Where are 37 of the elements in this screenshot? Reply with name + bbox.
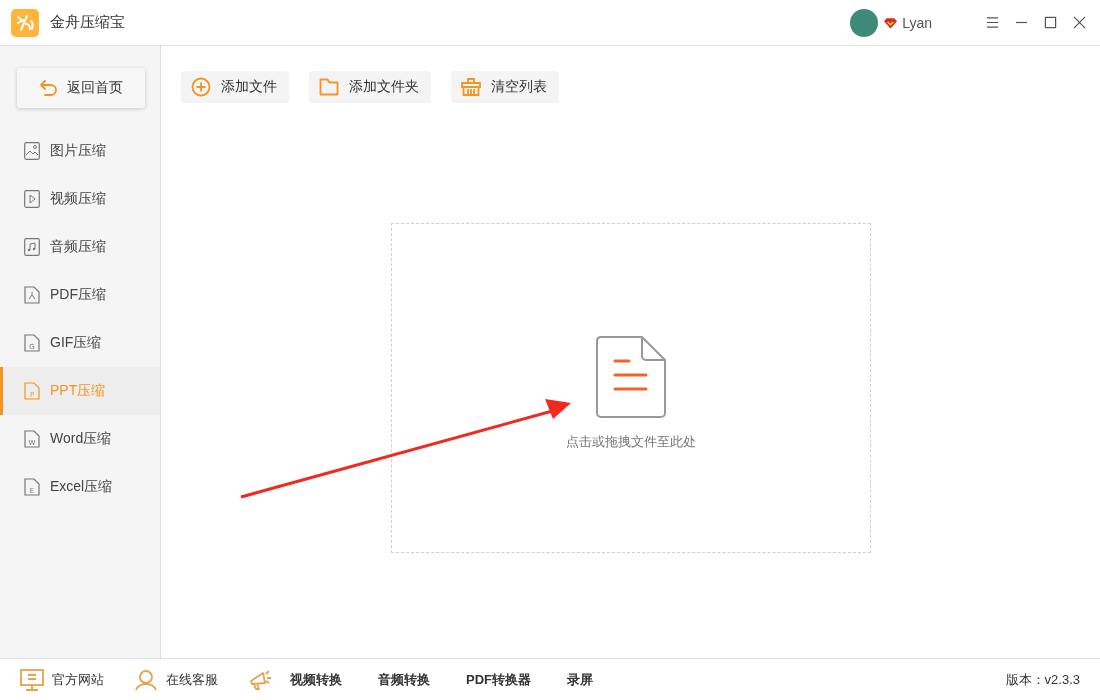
folder-icon [319, 77, 339, 97]
sidebar-item[interactable]: 图片压缩 [0, 127, 160, 175]
footer-tool-link[interactable]: 音频转换 [378, 670, 430, 689]
return-arrow-icon [39, 78, 59, 98]
avatar[interactable] [850, 8, 879, 37]
footer-link[interactable]: 在线客服 [134, 668, 218, 691]
sidebar-item[interactable]: 视频压缩 [0, 175, 160, 223]
toolbar-button[interactable]: 清空列表 [451, 71, 559, 103]
maximize-icon[interactable] [1044, 16, 1057, 29]
drop-zone[interactable]: 点击或拖拽文件至此处 [390, 223, 871, 553]
window-title: 金舟压缩宝 [50, 13, 125, 32]
toolbar-button[interactable]: 添加文件夹 [309, 71, 431, 103]
document-icon [595, 335, 666, 418]
footer-tool-link[interactable]: PDF转换器 [466, 670, 531, 689]
version-label: 版本：v2.3.3 [1005, 670, 1080, 689]
sidebar-item[interactable]: 音频压缩 [0, 223, 160, 271]
plus-circle-icon [191, 77, 211, 97]
diamond-icon [884, 16, 898, 29]
basket-icon [461, 77, 481, 97]
drop-hint: 点击或拖拽文件至此处 [565, 432, 696, 451]
app-logo-icon [11, 8, 39, 37]
close-icon[interactable] [1073, 16, 1086, 29]
user-name[interactable]: Lyan [902, 14, 932, 31]
megaphone-icon [248, 668, 272, 691]
footer-tool-link[interactable]: 视频转换 [290, 670, 342, 689]
footer-link[interactable]: 官方网站 [20, 668, 104, 691]
pdf-file-icon [24, 286, 40, 304]
image-file-icon [24, 142, 40, 160]
footer-tool-link[interactable]: 录屏 [567, 670, 593, 689]
monitor-icon [20, 668, 44, 691]
back-home-button[interactable]: 返回首页 [17, 68, 145, 108]
music-file-icon [24, 238, 40, 256]
video-file-icon [24, 190, 40, 208]
toolbar-button[interactable]: 添加文件 [181, 71, 289, 103]
sidebar-item[interactable]: PDF压缩 [0, 271, 160, 319]
menu-icon[interactable] [986, 16, 999, 29]
person-icon [134, 668, 158, 691]
